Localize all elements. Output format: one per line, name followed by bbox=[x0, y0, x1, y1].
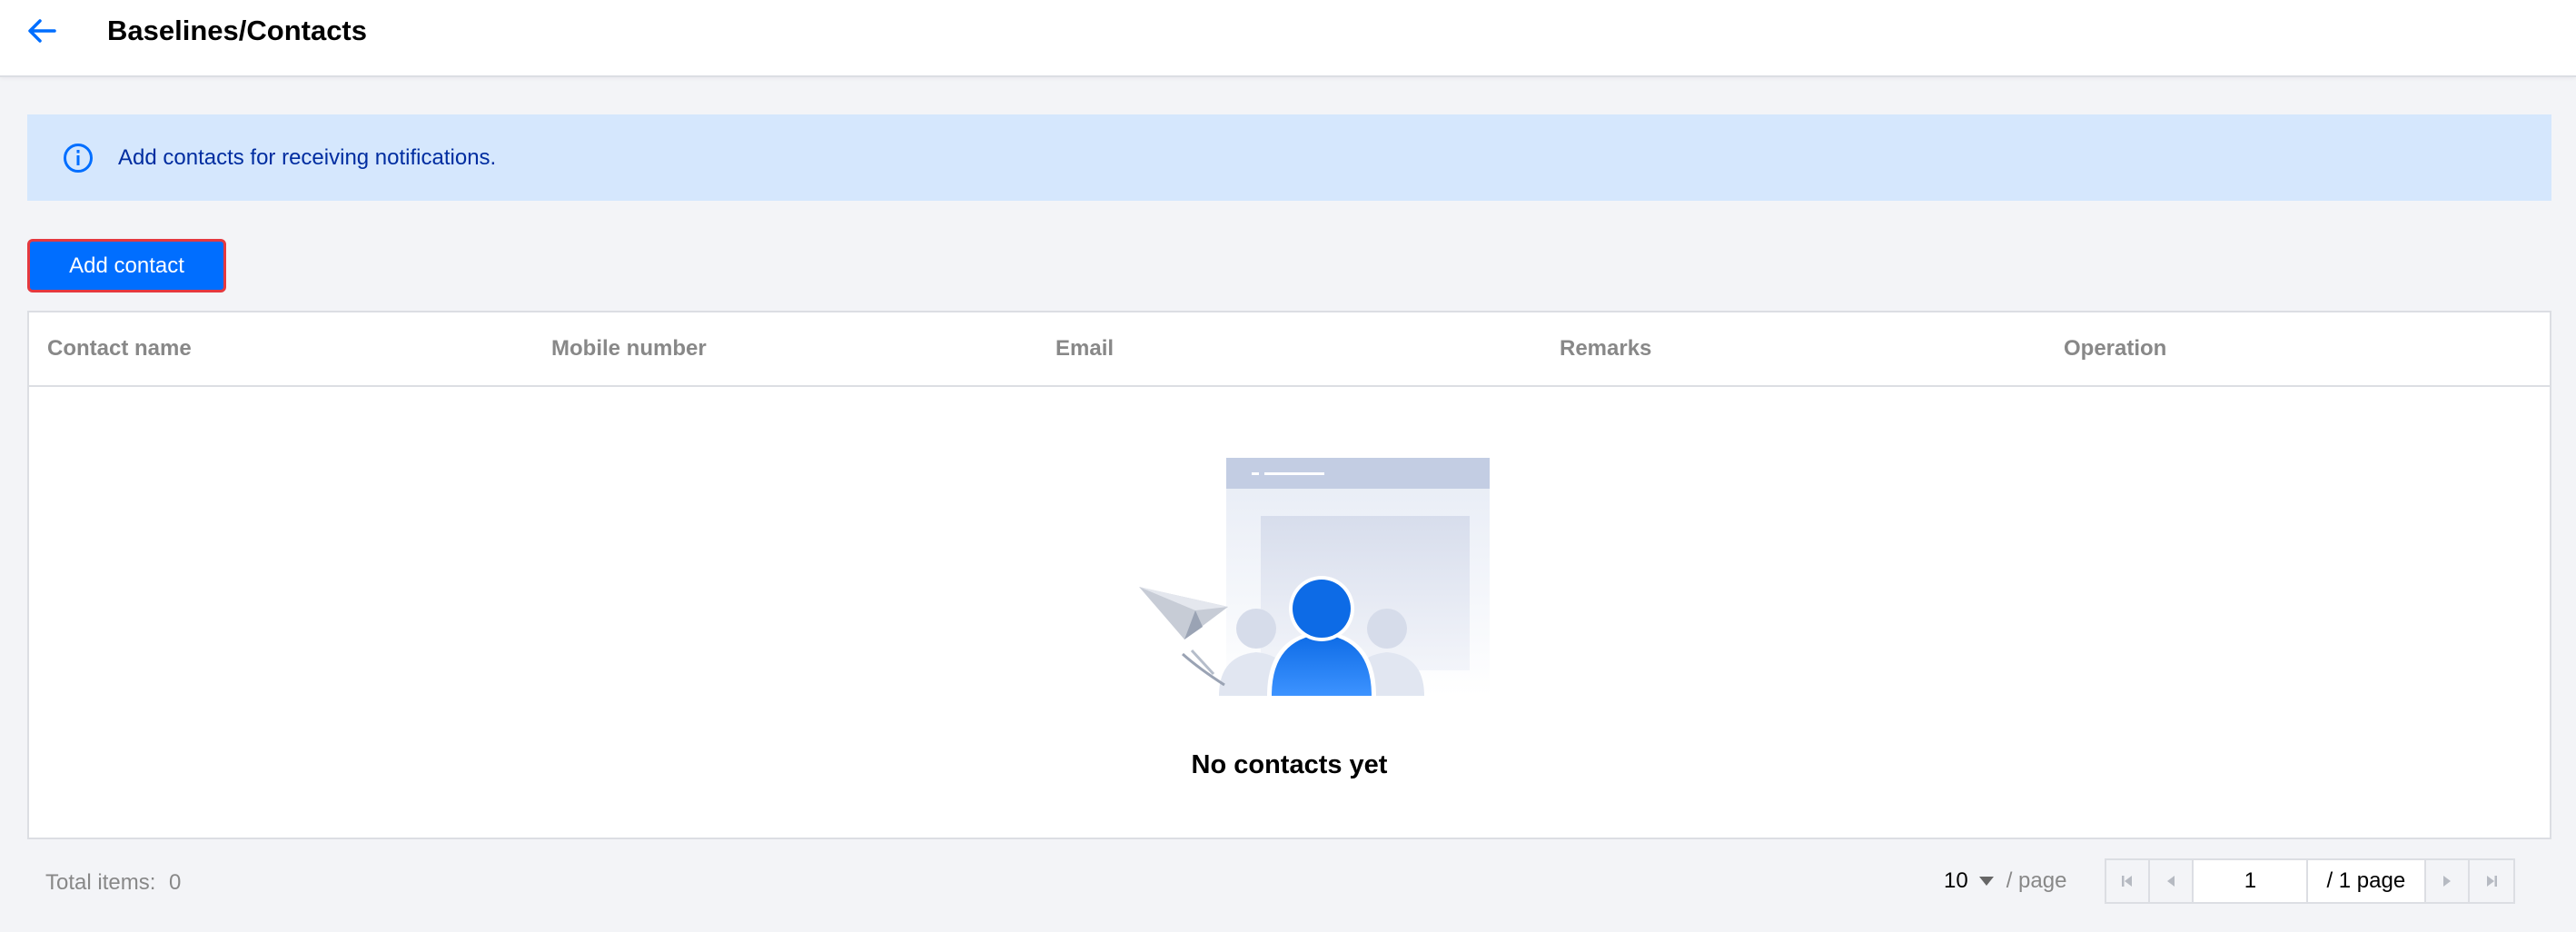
info-notice: Add contacts for receiving notifications… bbox=[27, 114, 2551, 201]
table-header: Contact name Mobile number Email Remarks… bbox=[29, 312, 2550, 387]
contacts-table: Contact name Mobile number Email Remarks… bbox=[27, 311, 2551, 839]
pagination: 10 / page / 1 page bbox=[1944, 858, 2516, 905]
notice-text: Add contacts for receiving notifications… bbox=[118, 144, 497, 170]
back-button[interactable] bbox=[22, 13, 62, 49]
column-header-operation: Operation bbox=[2064, 336, 2167, 361]
last-page-button[interactable] bbox=[2470, 860, 2514, 902]
page-size-value: 10 bbox=[1944, 868, 1968, 893]
first-page-button[interactable] bbox=[2106, 860, 2151, 902]
total-items: Total items: 0 bbox=[45, 870, 181, 896]
column-header-contact-name: Contact name bbox=[47, 336, 192, 361]
page-size-select[interactable]: 10 bbox=[1944, 868, 1994, 894]
caret-down-icon bbox=[1978, 877, 1994, 886]
prev-page-button[interactable] bbox=[2150, 860, 2195, 902]
next-page-button[interactable] bbox=[2426, 860, 2471, 902]
page-controls: / 1 page bbox=[2105, 858, 2516, 904]
column-header-remarks: Remarks bbox=[1560, 336, 1652, 361]
per-page-label: / page bbox=[2006, 868, 2067, 893]
page-number-input[interactable] bbox=[2194, 860, 2309, 902]
add-contact-button[interactable]: Add contact bbox=[27, 239, 226, 292]
caret-right-icon bbox=[2443, 876, 2452, 887]
caret-left-icon bbox=[2167, 876, 2175, 887]
column-header-email: Email bbox=[1055, 336, 1115, 361]
page-title: Baselines/Contacts bbox=[107, 15, 367, 46]
empty-state: No contacts yet bbox=[29, 387, 2550, 838]
total-items-label: Total items: bbox=[45, 870, 156, 895]
last-page-icon bbox=[2487, 876, 2498, 887]
total-pages-label: / 1 page bbox=[2308, 860, 2427, 902]
total-items-value: 0 bbox=[169, 870, 182, 895]
empty-state-text: No contacts yet bbox=[1191, 750, 1388, 779]
arrow-left-icon bbox=[28, 19, 56, 43]
first-page-icon bbox=[2122, 876, 2133, 887]
empty-contacts-illustration-icon bbox=[1139, 458, 1490, 696]
info-icon bbox=[62, 142, 94, 174]
column-header-mobile-number: Mobile number bbox=[551, 336, 707, 361]
page-header: Baselines/Contacts bbox=[0, 0, 2576, 77]
